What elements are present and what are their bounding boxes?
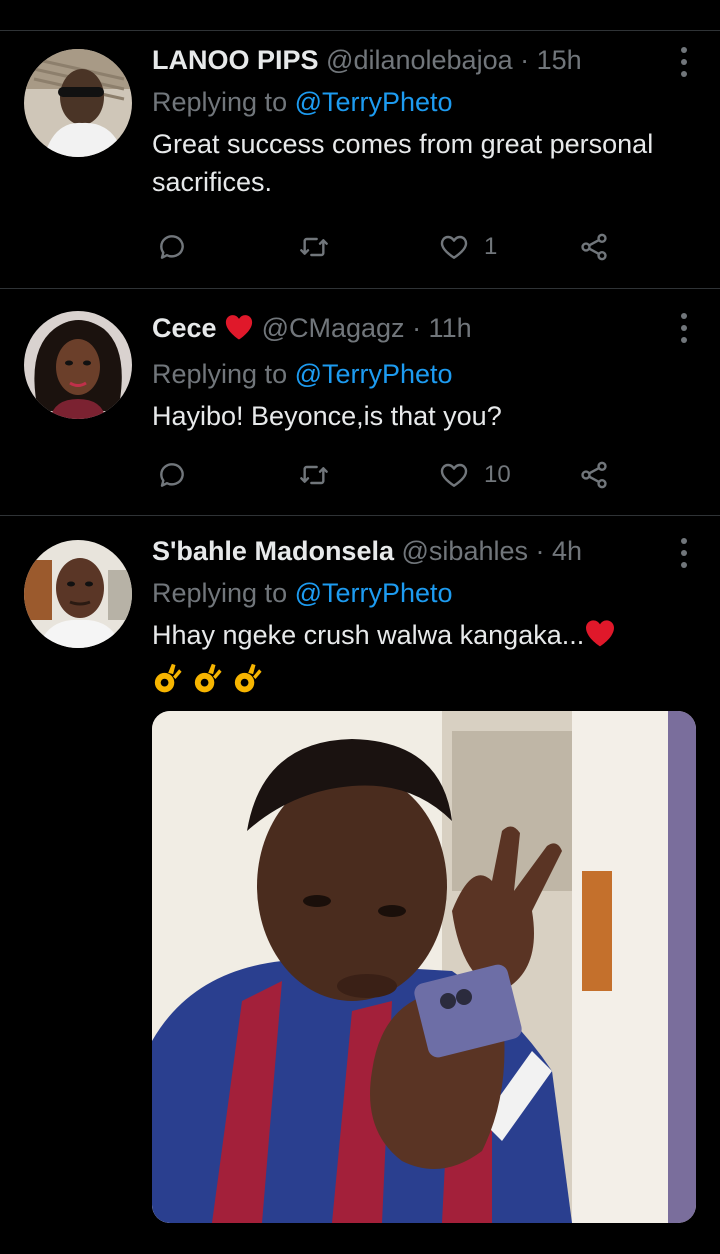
tweet-text-line: Hhay ngeke crush walwa kangaka...: [152, 616, 680, 658]
heart-icon: [440, 235, 468, 259]
ok-hand-emoji: [194, 663, 222, 693]
like-button[interactable]: 1: [438, 227, 497, 267]
tweet-2[interactable]: Cece @CMagagz · 11h Replying to @TerryPh…: [0, 289, 720, 515]
more-options-icon[interactable]: [680, 538, 688, 568]
author-handle[interactable]: @sibahles: [402, 536, 528, 566]
tweet-text: Great success comes from great personal …: [152, 129, 654, 197]
mention-link[interactable]: @TerryPheto: [295, 578, 453, 608]
replying-to-label: Replying to: [152, 578, 288, 608]
author-name[interactable]: LANOO PIPS: [152, 45, 319, 75]
avatar[interactable]: [24, 49, 132, 157]
retweet-button[interactable]: [298, 455, 330, 495]
heart-icon: [440, 463, 468, 487]
author-handle[interactable]: @dilanolebajoa: [326, 45, 513, 75]
replying-to-label: Replying to: [152, 87, 288, 117]
like-button[interactable]: 10: [438, 455, 511, 495]
retweet-icon: [300, 465, 328, 485]
replying-to: Replying to @TerryPheto: [152, 85, 680, 119]
timestamp[interactable]: · 11h: [412, 313, 472, 343]
share-icon: [581, 233, 607, 261]
retweet-button[interactable]: [298, 227, 330, 267]
avatar[interactable]: [24, 311, 132, 419]
timestamp[interactable]: · 4h: [536, 536, 583, 566]
reply-button[interactable]: [156, 227, 188, 267]
red-heart-emoji: [584, 618, 616, 658]
author-name[interactable]: Cece: [152, 313, 217, 343]
author-name[interactable]: S'bahle Madonsela: [152, 536, 394, 566]
emoji-row: [152, 662, 680, 702]
tweet-text: Hayibo! Beyonce,is that you?: [152, 401, 502, 431]
reply-icon: [160, 463, 184, 487]
tweet-media-photo[interactable]: [152, 711, 696, 1223]
like-count: 10: [484, 461, 511, 488]
author-handle[interactable]: @CMagagz: [262, 313, 405, 343]
tweet-1[interactable]: LANOO PIPS @dilanolebajoa · 15h Replying…: [0, 31, 720, 288]
replying-to-label: Replying to: [152, 359, 288, 389]
ok-hand-emoji: [154, 663, 182, 693]
retweet-icon: [300, 237, 328, 257]
share-button[interactable]: [578, 227, 610, 267]
share-icon: [581, 461, 607, 489]
replying-to: Replying to @TerryPheto: [152, 576, 680, 610]
tweet-text: Hhay ngeke crush walwa kangaka...: [152, 620, 585, 650]
red-heart-emoji: [224, 313, 254, 349]
share-button[interactable]: [578, 455, 610, 495]
avatar[interactable]: [24, 540, 132, 648]
mention-link[interactable]: @TerryPheto: [295, 359, 453, 389]
reply-icon: [160, 235, 184, 259]
more-options-icon[interactable]: [680, 313, 688, 343]
reply-button[interactable]: [156, 455, 188, 495]
timestamp[interactable]: · 15h: [520, 45, 582, 75]
replying-to: Replying to @TerryPheto: [152, 357, 680, 391]
mention-link[interactable]: @TerryPheto: [295, 87, 453, 117]
ok-hand-emoji: [234, 663, 262, 693]
like-count: 1: [484, 233, 498, 260]
more-options-icon[interactable]: [680, 47, 688, 77]
